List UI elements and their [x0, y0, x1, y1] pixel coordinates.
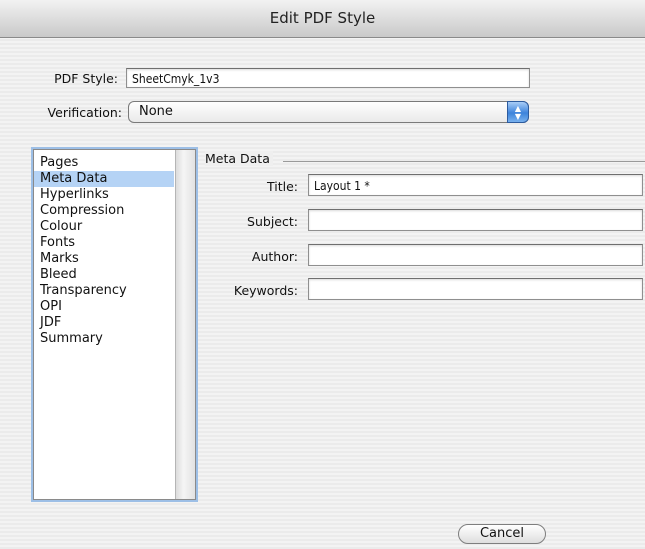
list-scrollbar[interactable]: [175, 150, 195, 499]
sidebar-item-marks[interactable]: Marks: [34, 251, 174, 267]
window-title: Edit PDF Style: [0, 0, 645, 38]
cancel-button[interactable]: Cancel: [458, 524, 546, 544]
sidebar-item-colour[interactable]: Colour: [34, 219, 174, 235]
pdf-style-field[interactable]: SheetCmyk_1v3: [126, 68, 530, 88]
author-label: Author:: [251, 249, 298, 264]
subject-label: Subject:: [247, 214, 298, 229]
pdf-style-label: PDF Style:: [54, 71, 118, 86]
sidebar-item-bleed[interactable]: Bleed: [34, 267, 174, 283]
sidebar-item-summary[interactable]: Summary: [34, 331, 174, 347]
sidebar-item-meta-data[interactable]: Meta Data: [34, 171, 174, 187]
sidebar-item-jdf[interactable]: JDF: [34, 315, 174, 331]
subject-field[interactable]: [308, 209, 643, 231]
title-label: Title:: [267, 179, 298, 194]
sidebar-item-fonts[interactable]: Fonts: [34, 235, 174, 251]
verification-label: Verification:: [47, 105, 122, 120]
author-field[interactable]: [308, 244, 643, 266]
sidebar-item-hyperlinks[interactable]: Hyperlinks: [34, 187, 174, 203]
meta-data-group-title: Meta Data: [205, 151, 273, 166]
sidebar-item-transparency[interactable]: Transparency: [34, 283, 174, 299]
group-divider: [283, 161, 645, 162]
title-field[interactable]: Layout 1 *: [308, 174, 643, 196]
verification-value: None: [139, 104, 173, 119]
keywords-field[interactable]: [308, 278, 643, 300]
settings-category-list[interactable]: Pages Meta Data Hyperlinks Compression C…: [33, 149, 196, 500]
sidebar-item-compression[interactable]: Compression: [34, 203, 174, 219]
sidebar-item-opi[interactable]: OPI: [34, 299, 174, 315]
keywords-label: Keywords:: [233, 283, 298, 298]
popup-arrows-icon: ▲ ▼: [507, 101, 529, 123]
verification-popup[interactable]: None ▲ ▼: [128, 101, 529, 123]
sidebar-item-pages[interactable]: Pages: [34, 155, 174, 171]
